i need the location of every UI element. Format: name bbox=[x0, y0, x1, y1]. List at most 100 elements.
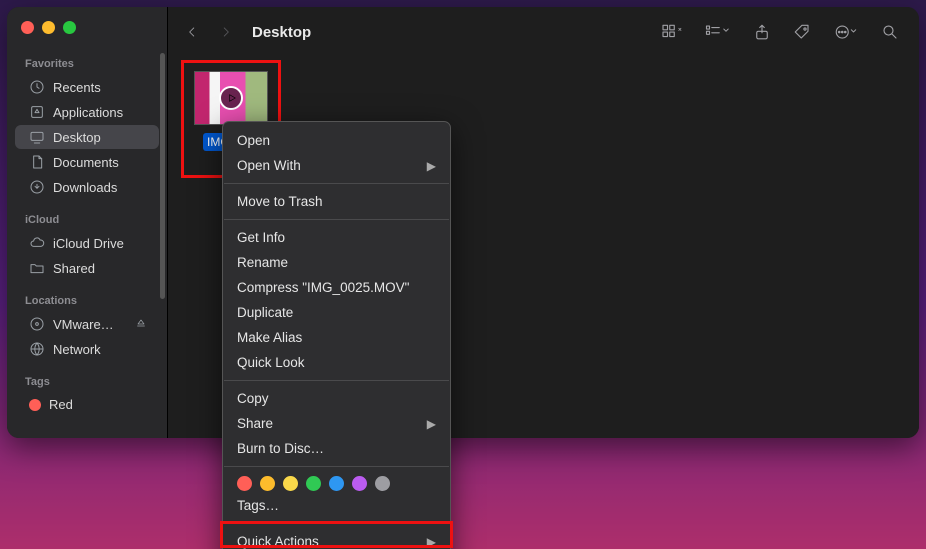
video-thumbnail bbox=[194, 71, 268, 125]
sidebar-section-icloud: iCloud iCloud Drive Shared bbox=[7, 204, 167, 285]
scrollbar[interactable] bbox=[160, 53, 165, 299]
menu-separator bbox=[224, 219, 449, 220]
menu-label: Quick Actions bbox=[237, 534, 319, 549]
menu-item-get-info[interactable]: Get Info bbox=[223, 225, 450, 250]
document-icon bbox=[29, 154, 45, 170]
section-header: Tags bbox=[7, 368, 167, 392]
sidebar-section-locations: Locations VMware… Network bbox=[7, 285, 167, 366]
close-button[interactable] bbox=[21, 21, 34, 34]
menu-item-copy[interactable]: Copy bbox=[223, 386, 450, 411]
sidebar-item-recents[interactable]: Recents bbox=[15, 75, 159, 99]
back-button[interactable] bbox=[180, 18, 204, 46]
sidebar-item-icloud-drive[interactable]: iCloud Drive bbox=[15, 231, 159, 255]
menu-separator bbox=[224, 183, 449, 184]
menu-item-trash[interactable]: Move to Trash bbox=[223, 189, 450, 214]
sidebar-item-label: VMware… bbox=[53, 317, 114, 332]
menu-item-compress[interactable]: Compress "IMG_0025.MOV" bbox=[223, 275, 450, 300]
search-button[interactable] bbox=[879, 21, 901, 43]
menu-label: Duplicate bbox=[237, 305, 293, 320]
action-menu-button[interactable] bbox=[831, 21, 861, 43]
menu-separator bbox=[224, 523, 449, 524]
tag-color-red[interactable] bbox=[237, 476, 252, 491]
finder-window: Favorites Recents Applications Desktop D… bbox=[7, 7, 919, 438]
sidebar-item-label: Recents bbox=[53, 80, 101, 95]
sidebar-item-label: Shared bbox=[53, 261, 95, 276]
play-icon bbox=[219, 86, 243, 110]
toolbar-right-group bbox=[661, 21, 901, 43]
tags-button[interactable] bbox=[791, 21, 813, 43]
traffic-lights bbox=[7, 17, 167, 48]
menu-item-duplicate[interactable]: Duplicate bbox=[223, 300, 450, 325]
chevron-right-icon: ▶ bbox=[427, 159, 436, 173]
disk-icon bbox=[29, 316, 45, 332]
toolbar: Desktop bbox=[168, 7, 919, 57]
tag-color-purple[interactable] bbox=[352, 476, 367, 491]
desktop-icon bbox=[29, 129, 45, 145]
menu-item-rename[interactable]: Rename bbox=[223, 250, 450, 275]
menu-item-quick-actions[interactable]: Quick Actions ▶ bbox=[223, 529, 450, 549]
menu-separator bbox=[224, 466, 449, 467]
menu-item-tags[interactable]: Tags… bbox=[223, 493, 450, 518]
sidebar-item-documents[interactable]: Documents bbox=[15, 150, 159, 174]
cloud-icon bbox=[29, 235, 45, 251]
menu-label: Copy bbox=[237, 391, 269, 406]
sidebar-item-desktop[interactable]: Desktop bbox=[15, 125, 159, 149]
menu-label: Open With bbox=[237, 158, 301, 173]
sidebar-item-downloads[interactable]: Downloads bbox=[15, 175, 159, 199]
download-icon bbox=[29, 179, 45, 195]
menu-item-open[interactable]: Open bbox=[223, 128, 450, 153]
menu-label: Compress "IMG_0025.MOV" bbox=[237, 280, 409, 295]
context-menu: Open Open With ▶ Move to Trash Get Info R… bbox=[222, 121, 451, 549]
sidebar-item-label: Documents bbox=[53, 155, 119, 170]
sidebar-item-applications[interactable]: Applications bbox=[15, 100, 159, 124]
share-button[interactable] bbox=[751, 21, 773, 43]
shared-folder-icon bbox=[29, 260, 45, 276]
menu-label: Share bbox=[237, 416, 273, 431]
menu-separator bbox=[224, 380, 449, 381]
menu-label: Make Alias bbox=[237, 330, 302, 345]
group-by-button[interactable] bbox=[701, 21, 733, 43]
menu-label: Tags… bbox=[237, 498, 279, 513]
view-icons-button[interactable] bbox=[661, 21, 683, 43]
sidebar-section-favorites: Favorites Recents Applications Desktop D… bbox=[7, 48, 167, 204]
menu-label: Get Info bbox=[237, 230, 285, 245]
clock-icon bbox=[29, 79, 45, 95]
eject-icon[interactable] bbox=[133, 316, 149, 332]
tag-color-green[interactable] bbox=[306, 476, 321, 491]
section-header: iCloud bbox=[7, 206, 167, 230]
tag-dot-red bbox=[29, 399, 41, 411]
applications-icon bbox=[29, 104, 45, 120]
sidebar-item-label: Desktop bbox=[53, 130, 101, 145]
menu-item-burn[interactable]: Burn to Disc… bbox=[223, 436, 450, 461]
sidebar-item-tag-red[interactable]: Red bbox=[15, 393, 159, 416]
menu-label: Burn to Disc… bbox=[237, 441, 324, 456]
chevron-right-icon: ▶ bbox=[427, 535, 436, 549]
sidebar-item-label: Red bbox=[49, 397, 73, 412]
tag-color-yellow[interactable] bbox=[283, 476, 298, 491]
window-title: Desktop bbox=[252, 24, 651, 41]
chevron-right-icon: ▶ bbox=[427, 417, 436, 431]
tag-color-orange[interactable] bbox=[260, 476, 275, 491]
menu-item-quick-look[interactable]: Quick Look bbox=[223, 350, 450, 375]
menu-item-open-with[interactable]: Open With ▶ bbox=[223, 153, 450, 178]
menu-label: Rename bbox=[237, 255, 288, 270]
sidebar-item-shared[interactable]: Shared bbox=[15, 256, 159, 280]
menu-label: Quick Look bbox=[237, 355, 305, 370]
menu-label: Move to Trash bbox=[237, 194, 323, 209]
forward-button[interactable] bbox=[214, 18, 238, 46]
sidebar-item-label: Network bbox=[53, 342, 101, 357]
tag-color-row bbox=[223, 472, 450, 493]
maximize-button[interactable] bbox=[63, 21, 76, 34]
tag-color-blue[interactable] bbox=[329, 476, 344, 491]
minimize-button[interactable] bbox=[42, 21, 55, 34]
menu-item-make-alias[interactable]: Make Alias bbox=[223, 325, 450, 350]
sidebar-item-vmware[interactable]: VMware… bbox=[15, 312, 159, 336]
tag-color-gray[interactable] bbox=[375, 476, 390, 491]
menu-item-share[interactable]: Share ▶ bbox=[223, 411, 450, 436]
menu-label: Open bbox=[237, 133, 270, 148]
sidebar: Favorites Recents Applications Desktop D… bbox=[7, 7, 168, 438]
sidebar-item-label: Downloads bbox=[53, 180, 117, 195]
sidebar-section-tags: Tags Red bbox=[7, 366, 167, 421]
section-header: Locations bbox=[7, 287, 167, 311]
sidebar-item-network[interactable]: Network bbox=[15, 337, 159, 361]
